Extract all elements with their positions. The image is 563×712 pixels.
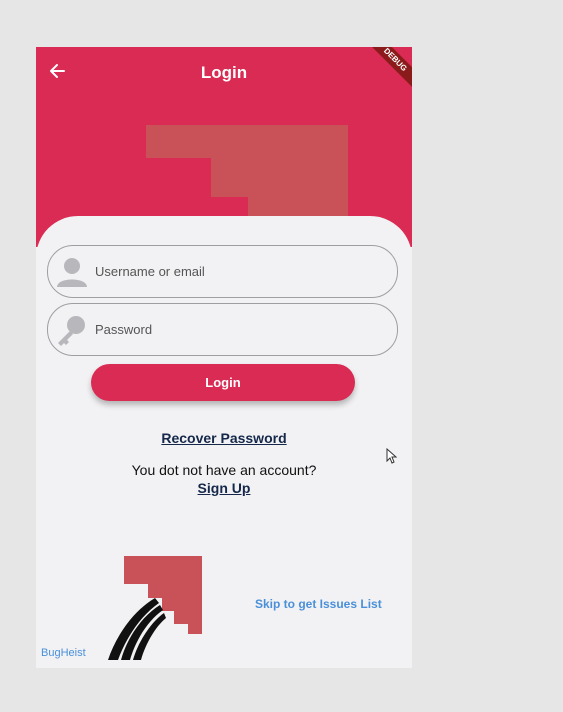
skip-to-issues-link[interactable]: Skip to get Issues List xyxy=(255,597,382,611)
username-field[interactable] xyxy=(47,245,398,298)
login-button[interactable]: Login xyxy=(91,364,355,401)
password-field[interactable] xyxy=(47,303,398,356)
login-card: Login Recover Password You dot not have … xyxy=(36,216,412,668)
app-window: Login DEBUG Username or email Login Reco… xyxy=(36,47,412,668)
person-icon xyxy=(56,256,88,288)
page-title: Login xyxy=(200,63,248,82)
header-logo xyxy=(146,125,348,230)
username-input[interactable] xyxy=(93,263,377,280)
sign-up-link[interactable]: Sign Up xyxy=(36,480,412,496)
brand-label: BugHeist xyxy=(41,647,86,659)
password-input[interactable] xyxy=(93,321,377,338)
footer-logo xyxy=(108,556,218,668)
mouse-cursor-icon xyxy=(386,447,398,469)
no-account-text: You dot not have an account? xyxy=(131,462,317,478)
key-icon xyxy=(56,314,88,346)
recover-password-link[interactable]: Recover Password xyxy=(36,430,412,446)
